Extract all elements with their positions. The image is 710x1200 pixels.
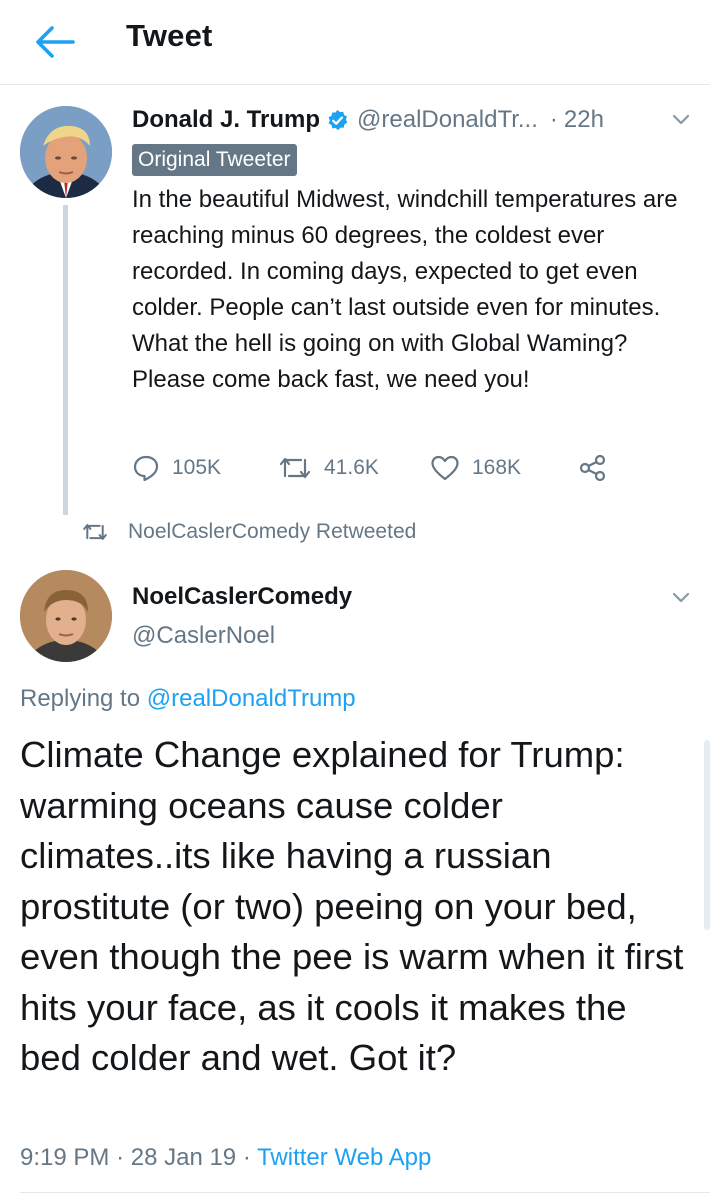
tweet-date: 28 Jan 19	[130, 1144, 237, 1171]
tweet-timestamp: 9:19 PM	[20, 1144, 110, 1171]
retweet-count: 41.6K	[324, 456, 379, 479]
separator-dot: ·	[242, 1144, 251, 1171]
top-app-bar: Tweet	[0, 0, 710, 85]
tweet-header: Donald J. Trump @realDonaldTr... · 22h	[132, 100, 692, 140]
replying-to-mention[interactable]: @realDonaldTrump	[147, 685, 356, 712]
retweeted-by-label[interactable]: NoelCaslerComedy Retweeted	[128, 520, 416, 544]
reply-count: 105K	[172, 456, 222, 479]
retweet-button[interactable]: 41.6K	[278, 455, 430, 481]
replying-to: Replying to @realDonaldTrump	[20, 685, 356, 713]
retweet-icon	[83, 524, 107, 540]
share-icon	[579, 454, 606, 482]
replying-to-label: Replying to	[20, 685, 141, 712]
tweet-actions: 105K 41.6K 168K	[132, 448, 692, 488]
retweeted-by-note: NoelCaslerComedy Retweeted	[80, 520, 416, 544]
avatar-reply-author[interactable]	[20, 570, 112, 662]
scrollbar[interactable]	[704, 740, 710, 930]
separator-dot: ·	[549, 106, 558, 133]
reply-tweet-text: Climate Change explained for Trump: warm…	[20, 734, 684, 1078]
tweet-time: 22h	[563, 106, 604, 133]
arrow-left-icon	[36, 26, 75, 58]
reply-button[interactable]: 105K	[132, 454, 278, 482]
back-button[interactable]	[30, 20, 80, 64]
original-tweeter-badge: Original Tweeter	[132, 144, 297, 176]
share-button[interactable]	[578, 454, 620, 482]
verified-badge-icon	[326, 109, 349, 132]
tweet-text: In the beautiful Midwest, windchill temp…	[132, 186, 678, 393]
original-tweet: Donald J. Trump @realDonaldTr... · 22h O…	[132, 100, 692, 398]
display-name[interactable]: Donald J. Trump	[132, 106, 320, 134]
like-count: 168K	[472, 456, 522, 479]
heart-icon	[431, 455, 459, 481]
reply-icon	[133, 455, 159, 482]
avatar-original-tweeter[interactable]	[20, 106, 112, 198]
chevron-down-icon[interactable]	[670, 108, 692, 137]
separator-dot: ·	[116, 1144, 125, 1171]
retweet-icon	[279, 457, 311, 479]
reply-display-name[interactable]: NoelCaslerComedy	[132, 583, 352, 611]
thread-connector-line	[63, 205, 68, 515]
user-handle[interactable]: @realDonaldTr...	[357, 106, 538, 134]
divider	[20, 1192, 710, 1193]
tweet-metadata: 9:19 PM · 28 Jan 19 · Twitter Web App	[20, 1144, 431, 1172]
tweet-source-link[interactable]: Twitter Web App	[257, 1144, 431, 1171]
like-button[interactable]: 168K	[430, 454, 578, 482]
page-title: Tweet	[126, 18, 213, 53]
chevron-down-icon[interactable]	[670, 586, 692, 613]
reply-user-handle[interactable]: @CaslerNoel	[132, 622, 275, 650]
